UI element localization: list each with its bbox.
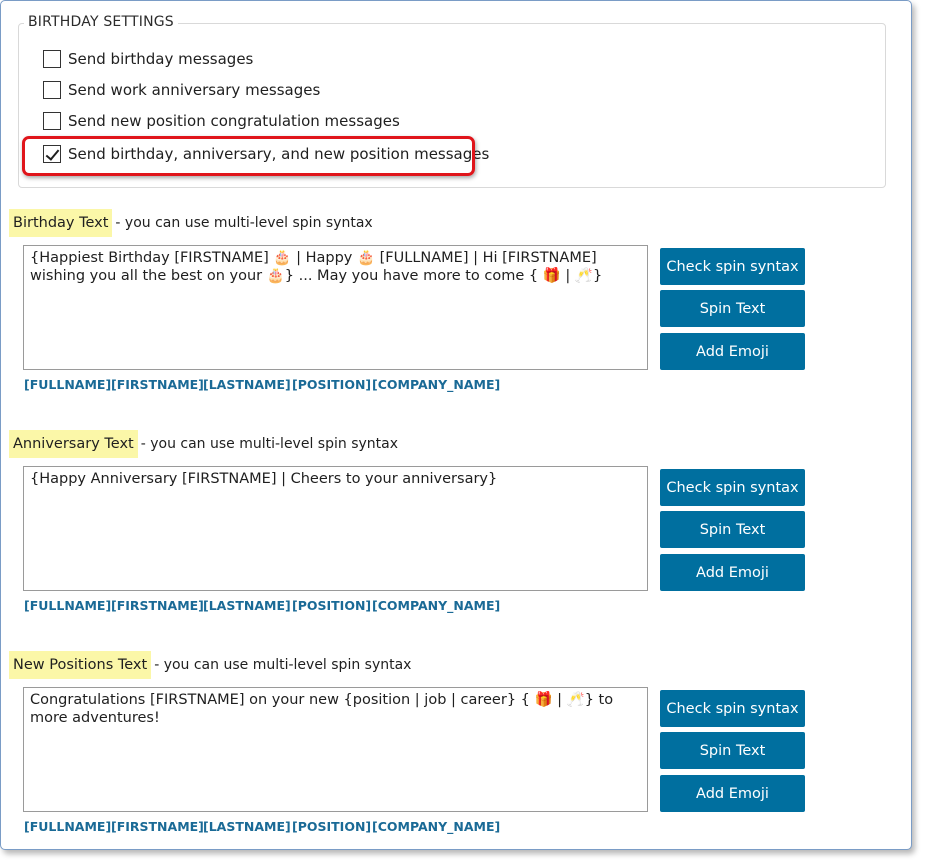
birthday-text-title: Birthday Text bbox=[9, 209, 113, 237]
birthday-checkbox-label: Send birthday messages bbox=[68, 50, 254, 68]
birthday-checkbox[interactable] bbox=[43, 50, 61, 68]
checkbox-row-new-position[interactable]: Send new position congratulation message… bbox=[43, 110, 400, 132]
token-position-link[interactable]: [POSITION] bbox=[292, 377, 371, 392]
token-fullname-link[interactable]: [FULLNAME] bbox=[24, 598, 111, 613]
token-fullname-link[interactable]: [FULLNAME] bbox=[24, 819, 111, 834]
token-lastname-link[interactable]: [LASTNAME] bbox=[203, 819, 291, 834]
new-positions-text-hint: - you can use multi-level spin syntax bbox=[154, 657, 412, 673]
anniversary-text-label: Anniversary Text - you can use multi-lev… bbox=[9, 430, 398, 458]
birthday-text-hint: - you can use multi-level spin syntax bbox=[115, 215, 373, 231]
token-firstname-link[interactable]: [FIRSTNAME] bbox=[111, 377, 204, 392]
new-positions-spin-text-button[interactable]: Spin Text bbox=[660, 732, 805, 769]
birthday-text-label: Birthday Text - you can use multi-level … bbox=[9, 209, 373, 237]
new-positions-text-label: New Positions Text - you can use multi-l… bbox=[9, 651, 411, 679]
anniversary-text-title: Anniversary Text bbox=[9, 430, 138, 458]
birthday-check-spin-syntax-button[interactable]: Check spin syntax bbox=[660, 248, 805, 285]
token-company-name-link[interactable]: [COMPANY_NAME] bbox=[372, 377, 500, 392]
new-positions-check-spin-syntax-button[interactable]: Check spin syntax bbox=[660, 690, 805, 727]
anniversary-checkbox-label: Send work anniversary messages bbox=[68, 81, 321, 99]
birthday-text-input[interactable]: {Happiest Birthday [FIRSTNAME] 🎂 | Happy… bbox=[23, 245, 648, 370]
annotation-highlight-box bbox=[22, 136, 475, 176]
token-position-link[interactable]: [POSITION] bbox=[292, 598, 371, 613]
new-position-checkbox[interactable] bbox=[43, 112, 61, 130]
token-firstname-link[interactable]: [FIRSTNAME] bbox=[111, 819, 204, 834]
anniversary-add-emoji-button[interactable]: Add Emoji bbox=[660, 554, 805, 591]
token-company-name-link[interactable]: [COMPANY_NAME] bbox=[372, 598, 500, 613]
new-positions-text-title: New Positions Text bbox=[9, 651, 152, 679]
birthday-add-emoji-button[interactable]: Add Emoji bbox=[660, 333, 805, 370]
checkbox-row-birthday[interactable]: Send birthday messages bbox=[43, 48, 253, 70]
new-positions-text-input[interactable]: Congratulations [FIRSTNAME] on your new … bbox=[23, 687, 648, 812]
anniversary-text-input[interactable]: {Happy Anniversary [FIRSTNAME] | Cheers … bbox=[23, 466, 648, 591]
checkbox-row-anniversary[interactable]: Send work anniversary messages bbox=[43, 79, 320, 101]
new-position-checkbox-label: Send new position congratulation message… bbox=[68, 112, 400, 130]
anniversary-spin-text-button[interactable]: Spin Text bbox=[660, 511, 805, 548]
anniversary-checkbox[interactable] bbox=[43, 81, 61, 99]
token-lastname-link[interactable]: [LASTNAME] bbox=[203, 598, 291, 613]
settings-window: BIRTHDAY SETTINGS Send birthday messages… bbox=[0, 0, 912, 850]
token-position-link[interactable]: [POSITION] bbox=[292, 819, 371, 834]
anniversary-check-spin-syntax-button[interactable]: Check spin syntax bbox=[660, 469, 805, 506]
anniversary-text-hint: - you can use multi-level spin syntax bbox=[140, 436, 398, 452]
birthday-spin-text-button[interactable]: Spin Text bbox=[660, 290, 805, 327]
token-fullname-link[interactable]: [FULLNAME] bbox=[24, 377, 111, 392]
group-title: BIRTHDAY SETTINGS bbox=[24, 13, 178, 31]
token-lastname-link[interactable]: [LASTNAME] bbox=[203, 377, 291, 392]
token-company-name-link[interactable]: [COMPANY_NAME] bbox=[372, 819, 500, 834]
new-positions-add-emoji-button[interactable]: Add Emoji bbox=[660, 775, 805, 812]
token-firstname-link[interactable]: [FIRSTNAME] bbox=[111, 598, 204, 613]
